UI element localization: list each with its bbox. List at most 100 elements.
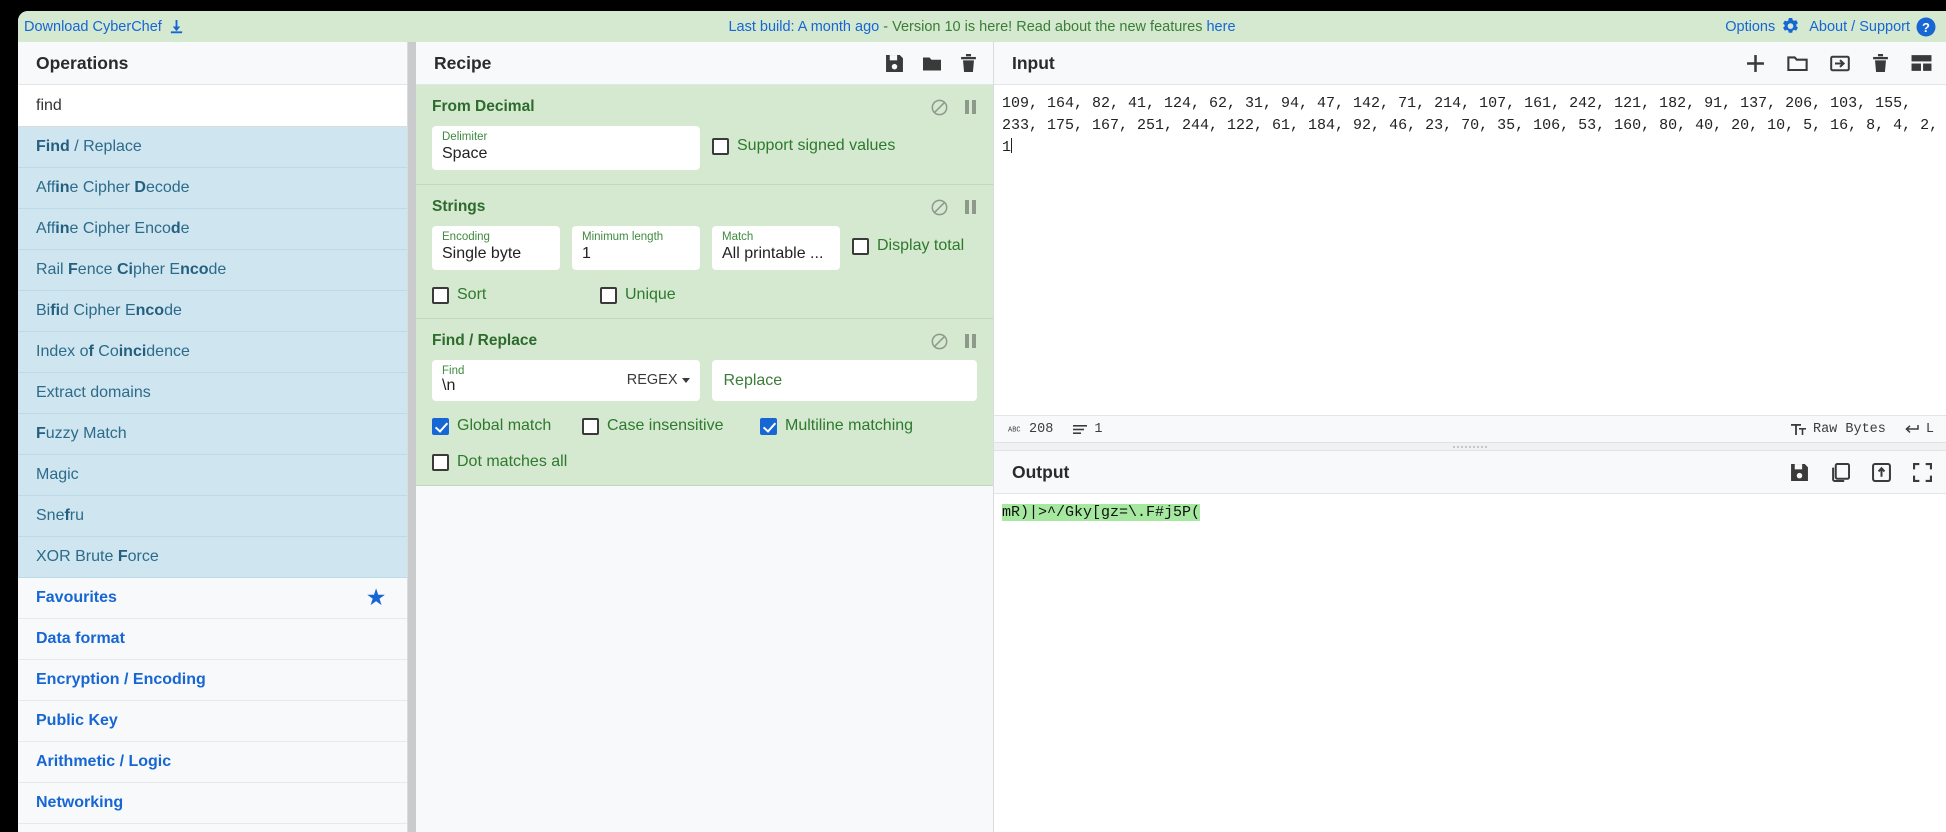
disable-op-icon[interactable] <box>931 333 948 350</box>
op-result-affine-cipher-encode[interactable]: Affine Cipher Encode <box>18 209 407 250</box>
options-button[interactable]: Options <box>1725 17 1800 36</box>
find-field[interactable]: Find \n REGEX <box>432 360 700 402</box>
copy-output-icon[interactable] <box>1831 462 1850 482</box>
download-cyberchef-label[interactable]: Download CyberChef <box>24 19 162 35</box>
svg-text:?: ? <box>1922 19 1930 34</box>
delimiter-value: Space <box>442 145 488 163</box>
op-result-snefru[interactable]: Snefru <box>18 496 407 537</box>
category-favourites[interactable]: Favourites ★ <box>18 578 407 619</box>
checkbox-box[interactable] <box>760 417 777 435</box>
checkbox-label: Support signed values <box>737 137 896 154</box>
input-eol-control[interactable]: L <box>1904 422 1934 437</box>
save-output-icon[interactable] <box>1790 463 1809 482</box>
clear-input-icon[interactable] <box>1872 53 1889 73</box>
maximise-output-icon[interactable] <box>1913 462 1932 482</box>
disable-op-icon[interactable] <box>931 199 948 216</box>
replace-input-icon[interactable] <box>1872 462 1891 482</box>
recipe-op-from-decimal[interactable]: From Decimal Delimiter Space Support sig… <box>416 85 993 186</box>
breakpoint-icon[interactable] <box>964 99 977 115</box>
op-label: Rail Fence Cipher Encode <box>36 261 227 278</box>
category-public-key[interactable]: Public Key <box>18 701 407 742</box>
op-label: Affine Cipher Decode <box>36 179 190 196</box>
sort-checkbox[interactable]: Sort <box>432 286 600 304</box>
breakpoint-icon[interactable] <box>964 199 977 215</box>
delimiter-label: Delimiter <box>442 131 488 143</box>
case-insensitive-checkbox[interactable]: Case insensitive <box>582 417 760 435</box>
output-title: Output <box>1012 461 1070 482</box>
input-title: Input <box>1012 52 1055 73</box>
recipe-op-strings[interactable]: Strings Encoding Single byte Minimum len… <box>416 185 993 320</box>
op-result-magic[interactable]: Magic <box>18 455 407 496</box>
operations-search-row[interactable] <box>18 85 407 127</box>
op-result-extract-domains[interactable]: Extract domains <box>18 373 407 414</box>
recipe-op-header: Strings <box>432 195 977 226</box>
options-label[interactable]: Options <box>1725 19 1775 35</box>
op-result-fuzzy-match[interactable]: Fuzzy Match <box>18 414 407 455</box>
recipe-op-header: Find / Replace <box>432 329 977 360</box>
encoding-field[interactable]: Encoding Single byte <box>432 226 560 271</box>
op-result-find-replace[interactable]: Find / Replace <box>18 127 407 168</box>
match-field[interactable]: Match All printable ... <box>712 226 840 271</box>
support-signed-values-checkbox[interactable]: Support signed values <box>712 137 895 155</box>
op-result-bifid-cipher-encode[interactable]: Bifid Cipher Encode <box>18 291 407 332</box>
category-data-format[interactable]: Data format <box>18 619 407 660</box>
unique-checkbox[interactable]: Unique <box>600 286 768 304</box>
question-circle-icon[interactable]: ? <box>1916 17 1936 37</box>
minimum-length-field[interactable]: Minimum length 1 <box>572 226 700 271</box>
open-folder-icon[interactable] <box>1787 54 1808 73</box>
build-info-text[interactable]: Last build: A month ago <box>728 19 879 35</box>
search-input[interactable] <box>36 96 389 115</box>
multiline-matching-checkbox[interactable]: Multiline matching <box>760 417 928 435</box>
category-arithmetic-logic[interactable]: Arithmetic / Logic <box>18 742 407 783</box>
recipe-op-find-replace[interactable]: Find / Replace Find \n REGEX Replace Glo… <box>416 319 993 487</box>
open-input-icon[interactable] <box>1830 54 1850 73</box>
io-splitter[interactable] <box>994 442 1946 451</box>
dot-matches-all-checkbox[interactable]: Dot matches all <box>432 453 600 471</box>
op-result-rail-fence-cipher-encode[interactable]: Rail Fence Cipher Encode <box>18 250 407 291</box>
output-content: mR)|>^/Gky[gz=\.F#j5P( <box>1002 504 1201 521</box>
disable-op-icon[interactable] <box>931 99 948 116</box>
display-total-checkbox[interactable]: Display total <box>852 237 964 255</box>
recipe-op-controls <box>931 99 977 116</box>
op-result-affine-cipher-decode[interactable]: Affine Cipher Decode <box>18 168 407 209</box>
clear-recipe-icon[interactable] <box>960 53 977 73</box>
save-recipe-icon[interactable] <box>885 54 904 73</box>
reset-pane-layout-icon[interactable] <box>1911 54 1932 72</box>
op-result-xor-brute-force[interactable]: XOR Brute Force <box>18 537 407 578</box>
op-label: Magic <box>36 466 79 483</box>
checkbox-box[interactable] <box>432 453 449 471</box>
checkbox-box[interactable] <box>852 237 869 255</box>
about-support-button[interactable]: About / Support ? <box>1809 17 1936 37</box>
replace-field[interactable]: Replace <box>711 360 977 402</box>
input-content: 109, 164, 82, 41, 124, 62, 31, 94, 47, 1… <box>1002 95 1939 156</box>
checkbox-box[interactable] <box>432 417 449 435</box>
find-label: Find <box>442 365 465 378</box>
input-charenc-control[interactable]: Raw Bytes <box>1790 422 1886 437</box>
op-label: Extract domains <box>36 384 151 401</box>
delimiter-field[interactable]: Delimiter Space <box>432 126 700 171</box>
checkbox-box[interactable] <box>432 286 449 304</box>
svg-text:ABC: ABC <box>1008 427 1021 434</box>
version-here-link[interactable]: here <box>1206 19 1235 35</box>
about-support-label[interactable]: About / Support <box>1809 19 1910 35</box>
checkbox-box[interactable] <box>600 286 617 304</box>
minimum-length-value: 1 <box>582 245 591 263</box>
load-recipe-icon[interactable] <box>922 54 942 73</box>
output-textarea[interactable]: mR)|>^/Gky[gz=\.F#j5P( <box>994 494 1946 832</box>
category-encryption-encoding[interactable]: Encryption / Encoding <box>18 660 407 701</box>
strings-ingredients: Encoding Single byte Minimum length 1 Ma… <box>432 226 977 271</box>
find-mode-dropdown[interactable]: REGEX <box>627 372 690 388</box>
operations-recipe-splitter[interactable] <box>408 42 416 832</box>
category-networking[interactable]: Networking <box>18 783 407 824</box>
checkbox-box[interactable] <box>712 137 729 155</box>
op-result-index-of-coincidence[interactable]: Index of Coincidence <box>18 332 407 373</box>
input-textarea[interactable]: 109, 164, 82, 41, 124, 62, 31, 94, 47, 1… <box>994 85 1946 415</box>
checkbox-box[interactable] <box>582 417 599 435</box>
from-decimal-ingredients: Delimiter Space Support signed values <box>432 126 977 171</box>
gear-icon[interactable] <box>1781 17 1800 36</box>
download-arrow-icon[interactable] <box>169 19 184 34</box>
global-match-checkbox[interactable]: Global match <box>432 417 582 435</box>
download-cyberchef-link[interactable]: Download CyberChef <box>24 19 184 35</box>
breakpoint-icon[interactable] <box>964 333 977 349</box>
add-input-tab-icon[interactable] <box>1746 54 1765 73</box>
